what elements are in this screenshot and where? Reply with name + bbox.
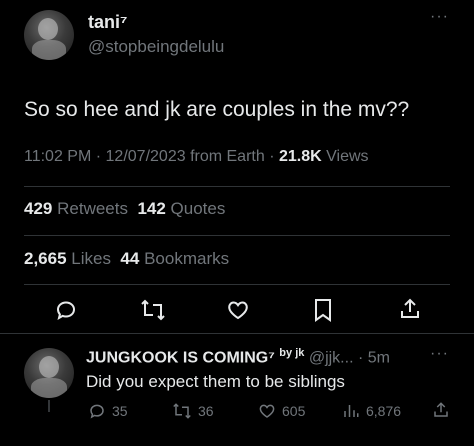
author-display-name[interactable]: tani⁷	[88, 12, 127, 33]
retweet-icon[interactable]	[140, 298, 166, 322]
reply-views-action[interactable]: 6,876	[342, 402, 401, 420]
reply-icon	[90, 404, 104, 419]
more-icon[interactable]: ···	[430, 8, 449, 26]
avatar-body	[32, 40, 66, 60]
avatar-body	[31, 378, 67, 398]
reply-separator: ·	[357, 349, 364, 367]
like-bookmark-stats: 2,665 Likes 44 Bookmarks	[24, 249, 229, 269]
retweets-stat[interactable]: 429 Retweets	[24, 199, 128, 218]
reply-reply-action[interactable]: 35	[88, 402, 128, 420]
reply-view-count: 6,876	[366, 403, 402, 419]
divider	[24, 235, 450, 236]
like-icon	[259, 404, 275, 418]
reply-avatar[interactable]	[24, 348, 74, 398]
reply-retweet-count: 36	[198, 403, 214, 419]
avatar-head	[39, 356, 59, 378]
like-icon[interactable]	[226, 298, 250, 322]
views-count: 21.8K	[278, 148, 322, 165]
reply-header: JUNGKOOK IS COMING⁷ by jk @jjk... · 5m	[86, 347, 390, 367]
author-avatar[interactable]	[24, 10, 74, 60]
divider	[24, 284, 450, 285]
reply-display-name[interactable]: JUNGKOOK IS COMING⁷	[86, 349, 275, 366]
reply-retweet-action[interactable]: 36	[172, 402, 214, 420]
reply-time[interactable]: 5m	[368, 349, 390, 366]
likes-stat[interactable]: 2,665 Likes	[24, 249, 111, 268]
reply-icon[interactable]	[54, 298, 78, 322]
avatar-head	[38, 18, 58, 40]
retweet-icon	[173, 403, 191, 419]
retweet-quote-stats: 429 Retweets 142 Quotes	[24, 199, 225, 219]
reply-like-count: 605	[282, 403, 306, 419]
reply-action-bar: 35 36 605 6,876	[0, 402, 474, 424]
divider	[0, 333, 474, 334]
quotes-stat[interactable]: 142 Quotes	[137, 199, 225, 218]
reply-reply-count: 35	[112, 403, 128, 419]
tweet-time[interactable]: 11:02 PM	[24, 148, 91, 165]
author-handle[interactable]: @stopbeingdelulu	[88, 37, 224, 57]
bookmark-icon[interactable]	[312, 298, 334, 322]
divider	[24, 186, 450, 187]
meta-separator: ·	[269, 148, 279, 165]
reply-name-suffix: by jk	[279, 347, 305, 359]
reply-like-action[interactable]: 605	[258, 402, 305, 420]
reply-text: Did you expect them to be siblings	[86, 372, 345, 391]
share-icon[interactable]	[398, 297, 422, 321]
bookmarks-stat[interactable]: 44 Bookmarks	[120, 249, 229, 268]
views-icon	[344, 405, 359, 417]
tweet-date[interactable]: 12/07/2023	[106, 148, 186, 165]
tweet-meta: 11:02 PM · 12/07/2023 from Earth · 21.8K…	[24, 148, 369, 166]
reply-handle[interactable]: @jjk...	[309, 349, 354, 366]
meta-separator: ·	[95, 148, 106, 165]
tweet-location: from Earth	[190, 148, 265, 165]
tweet-text: So so hee and jk are couples in the mv??	[24, 98, 410, 121]
reply-share-icon[interactable]	[432, 401, 450, 422]
reply-more-icon[interactable]: ···	[430, 345, 449, 363]
views-label: Views	[326, 148, 369, 165]
